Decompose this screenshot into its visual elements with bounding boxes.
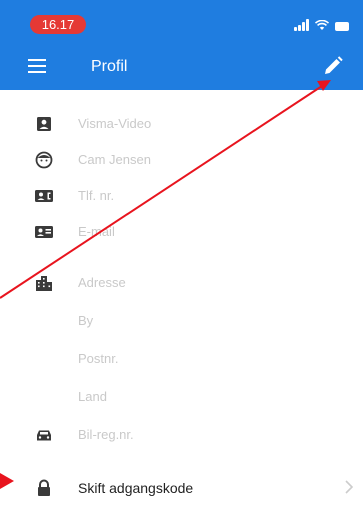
field-label: Adresse [78, 275, 126, 290]
edit-pencil-icon [325, 56, 343, 74]
change-password-row[interactable]: Skift adgangskode [0, 470, 363, 506]
field-organization[interactable]: Visma-Video [0, 106, 363, 142]
lock-icon [38, 479, 50, 496]
chevron-right-icon [345, 480, 354, 494]
face-icon [35, 151, 53, 169]
person-badge-icon [37, 117, 51, 131]
contact-phone-icon [35, 190, 53, 202]
field-address[interactable]: Adresse [0, 265, 363, 301]
car-icon [37, 430, 51, 441]
page-title: Profil [91, 58, 128, 75]
edit-button[interactable] [321, 54, 345, 78]
wifi-icon [315, 20, 329, 30]
field-country[interactable]: Land [0, 379, 363, 415]
field-phone[interactable]: Tlf. nr. [0, 178, 363, 214]
field-label: Tlf. nr. [78, 188, 115, 203]
battery-icon [335, 22, 349, 31]
contact-card-icon [35, 226, 53, 238]
building-icon [36, 276, 52, 291]
field-label: Visma-Video [78, 116, 152, 131]
status-bar: 16.17 [0, 0, 363, 44]
field-label: By [78, 313, 94, 328]
field-label: E-mail [78, 224, 115, 239]
field-label: Land [78, 389, 107, 404]
change-password-label: Skift adgangskode [78, 480, 194, 496]
field-label: Postnr. [78, 351, 119, 366]
status-time: 16.17 [30, 15, 86, 34]
app-bar: Profil [0, 44, 363, 90]
status-icons [294, 17, 349, 31]
field-city[interactable]: By [0, 303, 363, 339]
field-postal-code[interactable]: Postnr. [0, 341, 363, 377]
field-car-reg[interactable]: Bil-reg.nr. [0, 417, 363, 453]
signal-icon [294, 19, 309, 31]
field-email[interactable]: E-mail [0, 214, 363, 250]
field-label: Bil-reg.nr. [78, 427, 134, 442]
menu-button[interactable] [28, 58, 46, 74]
field-label: Cam Jensen [78, 152, 151, 167]
field-name[interactable]: Cam Jensen [0, 142, 363, 178]
